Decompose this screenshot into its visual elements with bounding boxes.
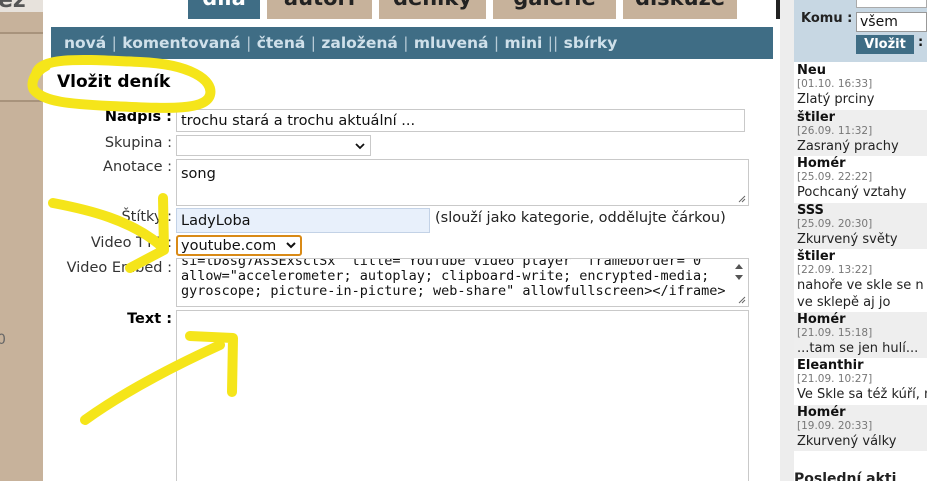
message-time: [25.09. 20:30] xyxy=(797,218,873,230)
message-text: Zlatý prciny xyxy=(797,92,875,107)
nadpis-label: Nadpis : xyxy=(104,109,172,125)
message-time: [19.09. 20:33] xyxy=(797,420,873,432)
shoutbox-message-input[interactable] xyxy=(856,0,927,8)
subnav-separator: | xyxy=(246,34,252,52)
message-author[interactable]: Neu xyxy=(797,63,927,78)
site-logo-text: ez xyxy=(0,0,26,12)
skupina-select[interactable] xyxy=(176,135,371,156)
tab-diskuze[interactable]: diskuze xyxy=(623,0,737,19)
message-text: ...tam se jen hulí... xyxy=(797,341,919,356)
shoutbox-send-button[interactable]: Vložit xyxy=(856,35,914,54)
message-time: [22.09. 13:22] xyxy=(797,264,873,276)
message-time: [01.10. 16:33] xyxy=(797,78,873,90)
message-author[interactable]: Homér xyxy=(797,156,927,171)
message-author[interactable]: Eleanthir xyxy=(797,358,927,373)
message-time: [21.09. 10:27] xyxy=(797,373,873,385)
tab-dila[interactable]: díla xyxy=(188,0,260,19)
message-author[interactable]: Homér xyxy=(797,405,927,420)
shoutbox-sidebar: Komu : všem Vložit : Neu [01.10. 16:33] … xyxy=(794,0,927,481)
anotace-value: song xyxy=(181,166,216,182)
video-typ-value: youtube.com xyxy=(181,238,277,254)
left-sidebar-number: 0 xyxy=(0,332,6,348)
subnav-link-sbirky[interactable]: sbírky xyxy=(564,34,618,52)
stitky-hint: (slouží jako kategorie, oddělujte čárkou… xyxy=(435,210,726,226)
video-typ-select[interactable]: youtube.com xyxy=(176,235,302,256)
video-embed-label: Video Embed : xyxy=(66,260,172,276)
anotace-label: Anotace : xyxy=(103,159,172,175)
message-text: nahoře ve skle se n xyxy=(797,278,924,293)
message-time: [26.09. 11:32] xyxy=(797,125,873,137)
tab-autori[interactable]: autoři xyxy=(267,0,372,19)
scroll-up-icon[interactable] xyxy=(734,262,744,270)
shoutbox-message: Homér [25.09. 22:22] Pochcaný vztahy xyxy=(794,156,927,203)
resize-grip-icon[interactable] xyxy=(737,295,746,304)
subnav-separator: | xyxy=(111,34,117,52)
video-embed-textarea[interactable]: si=lD8sg7AsSExsclSx" title="YouTube vide… xyxy=(176,258,749,307)
text-label: Text : xyxy=(127,311,172,327)
message-author[interactable]: štiler xyxy=(797,249,927,264)
chevron-down-icon xyxy=(286,242,296,249)
sub-navigation: nová | komentovaná | čtená | založená | … xyxy=(51,27,773,59)
nadpis-input[interactable]: trochu stará a trochu aktuální ... xyxy=(176,109,745,132)
site-logo[interactable]: ez xyxy=(0,0,43,12)
message-author[interactable]: štiler xyxy=(797,110,927,125)
subnav-separator: | xyxy=(493,34,500,52)
shoutbox-message: štiler [26.09. 11:32] Zasraný prachy xyxy=(794,110,927,156)
scroll-down-icon[interactable] xyxy=(734,274,744,282)
text-textarea[interactable] xyxy=(176,310,749,481)
tab-deniky[interactable]: deníky xyxy=(379,0,486,19)
subnav-separator: || xyxy=(547,34,559,52)
subnav-separator: | xyxy=(403,34,409,52)
shoutbox-message: Homér [21.09. 15:18] ...tam se jen hulí.… xyxy=(794,312,927,358)
message-time: [25.09. 22:22] xyxy=(797,171,873,183)
tab-galerie[interactable]: galerie xyxy=(493,0,616,19)
message-text: Zkurvený války xyxy=(797,434,897,449)
resize-grip-icon[interactable] xyxy=(737,194,746,203)
message-author[interactable]: SSS xyxy=(797,203,927,218)
embed-line: allow="accelerometer; autoplay; clipboar… xyxy=(181,268,710,284)
shoutbox-form: Komu : všem Vložit : xyxy=(794,0,927,62)
left-sidebar-panel xyxy=(0,32,43,102)
shoutbox-message: Homér [19.09. 20:33] Zkurvený války xyxy=(794,405,927,451)
komu-label: Komu : xyxy=(801,11,853,26)
message-text: Ve Skle sa též kúří, n xyxy=(797,387,927,402)
message-text: Zkurvený světy xyxy=(797,232,898,247)
message-time: [21.09. 15:18] xyxy=(797,327,873,339)
embed-line: gyroscope; picture-in-picture; web-share… xyxy=(181,283,726,299)
skupina-label: Skupina : xyxy=(104,135,172,151)
subnav-separator: | xyxy=(310,34,316,52)
message-author[interactable]: Homér xyxy=(797,312,927,327)
subnav-link-komentovana[interactable]: komentovaná xyxy=(122,34,240,52)
stitky-label: Štítky : xyxy=(121,209,172,225)
shoutbox-message: SSS [25.09. 20:30] Zkurvený světy xyxy=(794,203,927,249)
chevron-down-icon xyxy=(355,143,365,150)
subnav-link-zalozena[interactable]: založená xyxy=(321,34,397,52)
shoutbox-message: Eleanthir [21.09. 10:27] Ve Skle sa též … xyxy=(794,358,927,405)
subnav-link-ctena[interactable]: čtená xyxy=(257,34,306,52)
komu-input[interactable]: všem xyxy=(856,12,927,32)
shoutbox-message: štiler [22.09. 13:22] nahoře ve skle se … xyxy=(794,249,927,312)
recent-activity-heading: Poslední akti xyxy=(794,471,897,481)
left-sidebar: ez 0 xyxy=(0,0,43,481)
anotace-textarea[interactable]: song xyxy=(176,159,749,206)
message-text: Pochcaný vztahy xyxy=(797,185,907,200)
video-typ-label: Video TYP : xyxy=(90,235,172,251)
message-text: ve sklepě aj jo xyxy=(797,295,891,310)
page-title: Vložit deník xyxy=(57,72,171,92)
message-text: Zasraný prachy xyxy=(797,139,899,154)
subnav-link-nova[interactable]: nová xyxy=(64,34,106,52)
subnav-link-mini[interactable]: mini xyxy=(505,34,543,52)
send-colon: : xyxy=(918,35,924,50)
subnav-link-mluvena[interactable]: mluvená xyxy=(414,34,489,52)
shoutbox-message: Neu [01.10. 16:33] Zlatý prciny xyxy=(794,63,927,110)
stitky-input[interactable]: LadyLoba xyxy=(176,208,430,233)
main-navigation: díla autoři deníky galerie diskuze vř xyxy=(43,0,823,19)
column-gutter xyxy=(780,0,794,481)
